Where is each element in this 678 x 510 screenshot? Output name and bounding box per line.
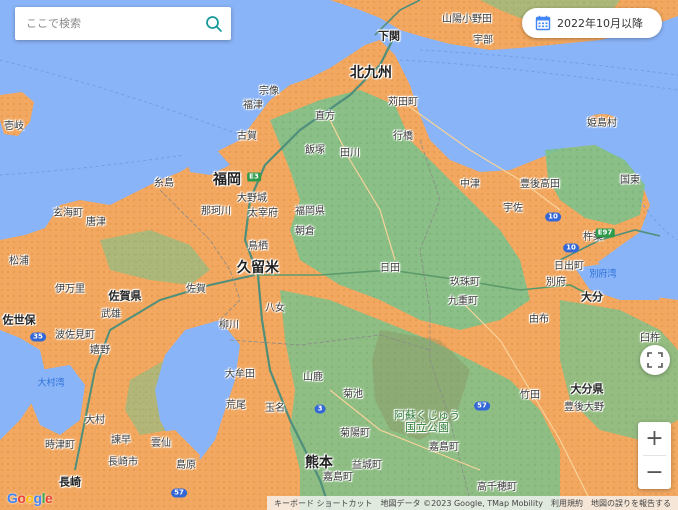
- place-label[interactable]: 宗像: [259, 87, 279, 97]
- place-label[interactable]: 熊本: [305, 456, 333, 470]
- place-label[interactable]: 雲仙: [151, 439, 171, 449]
- place-label[interactable]: 佐賀県: [109, 291, 142, 302]
- zoom-control: + −: [638, 422, 671, 489]
- fullscreen-button[interactable]: [640, 345, 670, 375]
- date-filter-chip[interactable]: 2022年10月以降: [522, 8, 662, 38]
- place-label[interactable]: 島原: [176, 461, 196, 471]
- place-label[interactable]: 益城町: [352, 461, 382, 471]
- park-label[interactable]: 阿蘇くじゅう国立公園: [392, 409, 462, 434]
- place-label[interactable]: 直方: [315, 112, 335, 122]
- route-shield: 10: [545, 212, 561, 222]
- place-label[interactable]: 山陽小野田: [442, 15, 492, 25]
- water-label: 別府湾: [589, 269, 617, 280]
- place-label[interactable]: 福岡: [213, 173, 241, 187]
- route-shield: 57: [474, 401, 490, 411]
- place-label[interactable]: 大分県: [571, 384, 604, 395]
- place-label[interactable]: 太宰府: [248, 209, 278, 219]
- route-shield: E3: [247, 172, 261, 182]
- place-label[interactable]: 大分: [581, 292, 603, 303]
- place-label[interactable]: 飯塚: [305, 146, 325, 156]
- place-label[interactable]: 佐世保: [3, 315, 36, 326]
- search-icon: [206, 15, 222, 32]
- route-shield: 35: [30, 332, 46, 342]
- zoom-out-button[interactable]: −: [638, 456, 671, 489]
- place-label[interactable]: 長崎: [59, 477, 81, 488]
- place-label[interactable]: 下関: [378, 31, 400, 42]
- place-label[interactable]: 久留米: [237, 261, 279, 275]
- place-label[interactable]: 宇佐: [503, 204, 523, 214]
- place-label[interactable]: 大野城: [237, 194, 267, 204]
- search-box: [15, 7, 231, 40]
- place-label[interactable]: 長崎市: [108, 458, 138, 468]
- place-label[interactable]: 嬉野: [90, 346, 110, 356]
- place-label[interactable]: 菊陽町: [340, 429, 370, 439]
- place-label[interactable]: 波佐見町: [55, 331, 95, 341]
- route-shield: E97: [595, 228, 615, 238]
- place-label[interactable]: 中津: [460, 180, 480, 190]
- place-label[interactable]: 豊後大野: [564, 403, 604, 413]
- place-label[interactable]: 荒尾: [226, 401, 246, 411]
- place-label[interactable]: 諫早: [111, 436, 131, 446]
- place-label[interactable]: 那珂川: [201, 207, 231, 217]
- fullscreen-icon: [647, 352, 663, 368]
- place-label[interactable]: 宇部: [473, 36, 493, 46]
- place-label[interactable]: 松浦: [9, 257, 29, 267]
- zoom-in-button[interactable]: +: [638, 422, 671, 455]
- place-label[interactable]: 大村: [85, 416, 105, 426]
- google-logo: Google: [7, 490, 53, 506]
- place-label[interactable]: 苅田町: [388, 98, 418, 108]
- place-label[interactable]: 高千穂町: [477, 483, 517, 493]
- place-label[interactable]: 日出町: [554, 262, 584, 272]
- date-filter-label: 2022年10月以降: [557, 17, 643, 30]
- place-label[interactable]: 嘉島町: [429, 443, 459, 453]
- map-data-credit: 地図データ ©2023 Google, TMap Mobility: [380, 498, 543, 508]
- place-label[interactable]: 姫島村: [587, 119, 617, 129]
- place-label[interactable]: 日田: [380, 264, 400, 274]
- search-input[interactable]: [15, 7, 197, 40]
- place-label[interactable]: 由布: [529, 315, 549, 325]
- place-label[interactable]: 豊後高田: [520, 180, 560, 190]
- place-label[interactable]: 伊万里: [55, 285, 85, 295]
- place-label[interactable]: 鳥栖: [248, 242, 268, 252]
- terms-link[interactable]: 利用規約: [547, 498, 587, 509]
- place-label[interactable]: 玖珠町: [450, 278, 480, 288]
- place-label[interactable]: 朝倉: [295, 227, 315, 237]
- place-label[interactable]: 田川: [340, 149, 360, 159]
- place-label[interactable]: 臼杵: [640, 334, 660, 344]
- place-label[interactable]: 福岡県: [295, 207, 325, 217]
- place-label[interactable]: 行橋: [393, 132, 413, 142]
- map-canvas[interactable]: 下関 山陽小野田宇部北九州苅田町 宗像福津直方行橋 古賀飯塚 田川 壱岐 姫島村福岡 糸島 中津…: [0, 0, 678, 510]
- place-label[interactable]: 嘉島町: [323, 473, 353, 483]
- report-error-link[interactable]: 地図の誤りを報告する: [587, 498, 675, 509]
- place-label[interactable]: 佐賀: [186, 285, 206, 295]
- place-label[interactable]: 福津: [243, 101, 263, 111]
- place-label[interactable]: 唐津: [86, 218, 106, 228]
- water-label: 大村湾: [37, 378, 65, 389]
- place-label[interactable]: 竹田: [520, 391, 540, 401]
- keyboard-shortcuts-link[interactable]: キーボード ショートカット: [270, 498, 377, 509]
- place-label[interactable]: 玄海町: [53, 209, 83, 219]
- search-button[interactable]: [197, 7, 231, 40]
- place-label[interactable]: 糸島: [154, 179, 174, 189]
- place-label[interactable]: 北九州: [350, 66, 392, 80]
- calendar-icon: [535, 15, 551, 31]
- place-label[interactable]: 菊池: [343, 390, 363, 400]
- route-shield: 3: [314, 404, 326, 414]
- place-label[interactable]: 国東: [620, 176, 640, 186]
- place-label[interactable]: 武雄: [101, 310, 121, 320]
- place-label[interactable]: 壱岐: [4, 122, 24, 132]
- place-label[interactable]: 山鹿: [303, 373, 323, 383]
- route-shield: 10: [563, 243, 579, 253]
- place-label[interactable]: 時津町: [45, 441, 75, 451]
- route-shield: 57: [171, 488, 187, 498]
- place-label[interactable]: 八女: [265, 304, 285, 314]
- map-tiles: [0, 0, 678, 510]
- attribution-bar: キーボード ショートカット 地図データ ©2023 Google, TMap M…: [266, 496, 678, 510]
- place-label[interactable]: 別府: [546, 278, 566, 288]
- place-label[interactable]: 玉名: [265, 404, 285, 414]
- place-label[interactable]: 古賀: [237, 132, 257, 142]
- place-label[interactable]: 柳川: [219, 321, 239, 331]
- place-label[interactable]: 大牟田: [225, 370, 255, 380]
- place-label[interactable]: 九重町: [448, 297, 478, 307]
